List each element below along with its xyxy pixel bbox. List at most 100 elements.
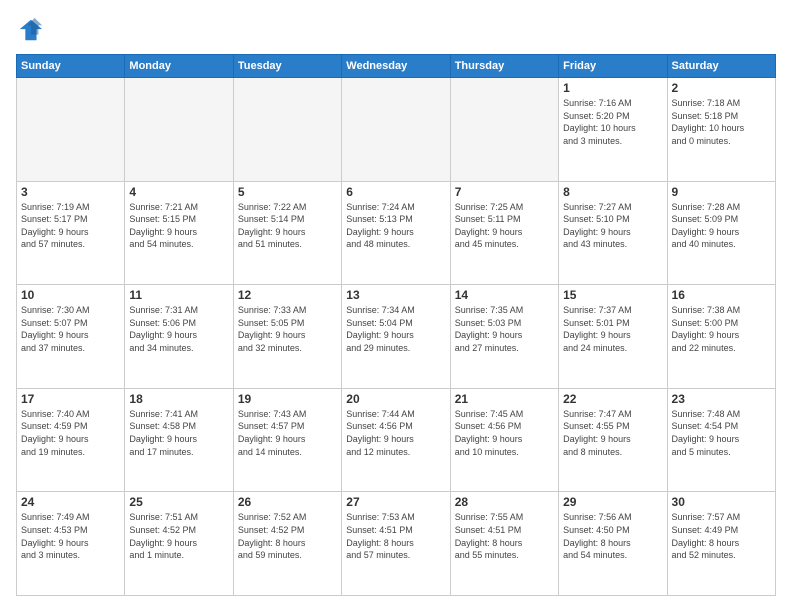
calendar-cell xyxy=(450,78,558,182)
day-info: Sunrise: 7:57 AMSunset: 4:49 PMDaylight:… xyxy=(672,511,771,561)
logo-icon xyxy=(16,16,44,44)
day-info: Sunrise: 7:16 AMSunset: 5:20 PMDaylight:… xyxy=(563,97,662,147)
weekday-header-wednesday: Wednesday xyxy=(342,55,450,78)
calendar-cell: 28 Sunrise: 7:55 AMSunset: 4:51 PMDayligh… xyxy=(450,492,558,596)
calendar-cell: 4 Sunrise: 7:21 AMSunset: 5:15 PMDaylight… xyxy=(125,181,233,285)
day-info: Sunrise: 7:51 AMSunset: 4:52 PMDaylight:… xyxy=(129,511,228,561)
day-number: 2 xyxy=(672,81,771,95)
calendar-cell: 22Sunrise: 7:47 AMSunset: 4:55 PMDayligh… xyxy=(559,388,667,492)
day-info: Sunrise: 7:24 AMSunset: 5:13 PMDaylight:… xyxy=(346,201,445,251)
day-number: 23 xyxy=(672,392,771,406)
day-info: Sunrise: 7:47 AMSunset: 4:55 PMDaylight:… xyxy=(563,408,662,458)
day-info: Sunrise: 7:34 AMSunset: 5:04 PMDaylight:… xyxy=(346,304,445,354)
weekday-header-saturday: Saturday xyxy=(667,55,775,78)
calendar-cell: 23 Sunrise: 7:48 AMSunset: 4:54 PMDayligh… xyxy=(667,388,775,492)
calendar-cell: 20 Sunrise: 7:44 AMSunset: 4:56 PMDayligh… xyxy=(342,388,450,492)
day-info: Sunrise: 7:56 AMSunset: 4:50 PMDaylight:… xyxy=(563,511,662,561)
day-info: Sunrise: 7:52 AMSunset: 4:52 PMDaylight:… xyxy=(238,511,337,561)
day-number: 19 xyxy=(238,392,337,406)
day-info: Sunrise: 7:49 AMSunset: 4:53 PMDaylight:… xyxy=(21,511,120,561)
day-number: 26 xyxy=(238,495,337,509)
calendar-cell: 17 Sunrise: 7:40 AMSunset: 4:59 PMDayligh… xyxy=(17,388,125,492)
day-number: 16 xyxy=(672,288,771,302)
calendar-cell: 12 Sunrise: 7:33 AMSunset: 5:05 PMDayligh… xyxy=(233,285,341,389)
calendar-week-1: 1 Sunrise: 7:16 AMSunset: 5:20 PMDaylight… xyxy=(17,78,776,182)
calendar-week-3: 10Sunrise: 7:30 AMSunset: 5:07 PMDayligh… xyxy=(17,285,776,389)
calendar-cell: 18Sunrise: 7:41 AMSunset: 4:58 PMDayligh… xyxy=(125,388,233,492)
day-number: 4 xyxy=(129,185,228,199)
day-number: 17 xyxy=(21,392,120,406)
day-number: 27 xyxy=(346,495,445,509)
weekday-header-row: SundayMondayTuesdayWednesdayThursdayFrid… xyxy=(17,55,776,78)
weekday-header-sunday: Sunday xyxy=(17,55,125,78)
day-number: 9 xyxy=(672,185,771,199)
calendar-cell: 5 Sunrise: 7:22 AMSunset: 5:14 PMDaylight… xyxy=(233,181,341,285)
calendar-cell: 21 Sunrise: 7:45 AMSunset: 4:56 PMDayligh… xyxy=(450,388,558,492)
calendar-cell: 13 Sunrise: 7:34 AMSunset: 5:04 PMDayligh… xyxy=(342,285,450,389)
calendar-cell: 30 Sunrise: 7:57 AMSunset: 4:49 PMDayligh… xyxy=(667,492,775,596)
calendar-week-5: 24 Sunrise: 7:49 AMSunset: 4:53 PMDayligh… xyxy=(17,492,776,596)
day-info: Sunrise: 7:27 AMSunset: 5:10 PMDaylight:… xyxy=(563,201,662,251)
calendar-cell: 3 Sunrise: 7:19 AMSunset: 5:17 PMDaylight… xyxy=(17,181,125,285)
day-info: Sunrise: 7:44 AMSunset: 4:56 PMDaylight:… xyxy=(346,408,445,458)
day-info: Sunrise: 7:40 AMSunset: 4:59 PMDaylight:… xyxy=(21,408,120,458)
calendar-cell: 2Sunrise: 7:18 AMSunset: 5:18 PMDaylight… xyxy=(667,78,775,182)
weekday-header-tuesday: Tuesday xyxy=(233,55,341,78)
day-info: Sunrise: 7:55 AMSunset: 4:51 PMDaylight:… xyxy=(455,511,554,561)
calendar-cell: 10Sunrise: 7:30 AMSunset: 5:07 PMDayligh… xyxy=(17,285,125,389)
day-number: 29 xyxy=(563,495,662,509)
calendar-cell: 1 Sunrise: 7:16 AMSunset: 5:20 PMDaylight… xyxy=(559,78,667,182)
calendar-cell: 11 Sunrise: 7:31 AMSunset: 5:06 PMDayligh… xyxy=(125,285,233,389)
calendar-cell: 19Sunrise: 7:43 AMSunset: 4:57 PMDayligh… xyxy=(233,388,341,492)
day-info: Sunrise: 7:38 AMSunset: 5:00 PMDaylight:… xyxy=(672,304,771,354)
calendar: SundayMondayTuesdayWednesdayThursdayFrid… xyxy=(16,54,776,596)
calendar-cell xyxy=(342,78,450,182)
day-number: 11 xyxy=(129,288,228,302)
day-number: 3 xyxy=(21,185,120,199)
calendar-week-4: 17 Sunrise: 7:40 AMSunset: 4:59 PMDayligh… xyxy=(17,388,776,492)
calendar-cell: 6Sunrise: 7:24 AMSunset: 5:13 PMDaylight… xyxy=(342,181,450,285)
header xyxy=(16,16,776,44)
calendar-cell: 15Sunrise: 7:37 AMSunset: 5:01 PMDayligh… xyxy=(559,285,667,389)
calendar-cell: 14Sunrise: 7:35 AMSunset: 5:03 PMDayligh… xyxy=(450,285,558,389)
day-info: Sunrise: 7:37 AMSunset: 5:01 PMDaylight:… xyxy=(563,304,662,354)
day-info: Sunrise: 7:33 AMSunset: 5:05 PMDaylight:… xyxy=(238,304,337,354)
day-info: Sunrise: 7:30 AMSunset: 5:07 PMDaylight:… xyxy=(21,304,120,354)
day-info: Sunrise: 7:31 AMSunset: 5:06 PMDaylight:… xyxy=(129,304,228,354)
day-number: 7 xyxy=(455,185,554,199)
day-info: Sunrise: 7:22 AMSunset: 5:14 PMDaylight:… xyxy=(238,201,337,251)
logo xyxy=(16,16,48,44)
day-info: Sunrise: 7:19 AMSunset: 5:17 PMDaylight:… xyxy=(21,201,120,251)
calendar-cell xyxy=(125,78,233,182)
calendar-cell xyxy=(233,78,341,182)
day-info: Sunrise: 7:25 AMSunset: 5:11 PMDaylight:… xyxy=(455,201,554,251)
calendar-cell: 16 Sunrise: 7:38 AMSunset: 5:00 PMDayligh… xyxy=(667,285,775,389)
day-info: Sunrise: 7:48 AMSunset: 4:54 PMDaylight:… xyxy=(672,408,771,458)
day-number: 14 xyxy=(455,288,554,302)
calendar-cell: 27 Sunrise: 7:53 AMSunset: 4:51 PMDayligh… xyxy=(342,492,450,596)
day-number: 21 xyxy=(455,392,554,406)
calendar-cell: 9 Sunrise: 7:28 AMSunset: 5:09 PMDaylight… xyxy=(667,181,775,285)
calendar-body: 1 Sunrise: 7:16 AMSunset: 5:20 PMDaylight… xyxy=(17,78,776,596)
calendar-header: SundayMondayTuesdayWednesdayThursdayFrid… xyxy=(17,55,776,78)
day-number: 30 xyxy=(672,495,771,509)
day-number: 13 xyxy=(346,288,445,302)
calendar-cell: 7 Sunrise: 7:25 AMSunset: 5:11 PMDaylight… xyxy=(450,181,558,285)
day-number: 12 xyxy=(238,288,337,302)
calendar-cell: 8 Sunrise: 7:27 AMSunset: 5:10 PMDaylight… xyxy=(559,181,667,285)
weekday-header-thursday: Thursday xyxy=(450,55,558,78)
day-number: 8 xyxy=(563,185,662,199)
day-info: Sunrise: 7:28 AMSunset: 5:09 PMDaylight:… xyxy=(672,201,771,251)
day-number: 1 xyxy=(563,81,662,95)
day-info: Sunrise: 7:21 AMSunset: 5:15 PMDaylight:… xyxy=(129,201,228,251)
day-number: 20 xyxy=(346,392,445,406)
day-info: Sunrise: 7:45 AMSunset: 4:56 PMDaylight:… xyxy=(455,408,554,458)
day-number: 24 xyxy=(21,495,120,509)
weekday-header-friday: Friday xyxy=(559,55,667,78)
day-number: 28 xyxy=(455,495,554,509)
calendar-cell: 24 Sunrise: 7:49 AMSunset: 4:53 PMDayligh… xyxy=(17,492,125,596)
day-info: Sunrise: 7:53 AMSunset: 4:51 PMDaylight:… xyxy=(346,511,445,561)
day-number: 18 xyxy=(129,392,228,406)
calendar-cell: 26 Sunrise: 7:52 AMSunset: 4:52 PMDayligh… xyxy=(233,492,341,596)
day-number: 5 xyxy=(238,185,337,199)
